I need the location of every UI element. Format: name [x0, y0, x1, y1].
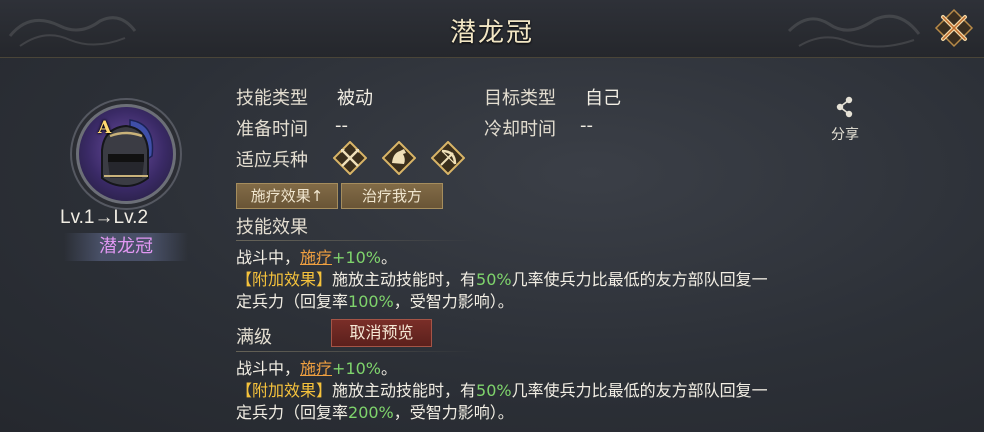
cavalry-horse-icon: [382, 141, 416, 175]
close-button[interactable]: [934, 8, 974, 48]
skill-type-label: 技能类型: [236, 88, 308, 109]
cooldown-value: --: [580, 115, 593, 136]
title-bar: 潜龙冠: [0, 0, 984, 58]
skill-effect-text: 战斗中，施疗+10%。 【附加效果】施放主动技能时，有50%几率使兵力比最低的友…: [236, 248, 768, 311]
bow-icon: [431, 141, 465, 175]
cancel-preview-button[interactable]: 取消预览: [331, 319, 432, 347]
level-upgrade-text: Lv.1→Lv.2: [60, 207, 149, 228]
target-type-label: 目标类型: [484, 88, 556, 109]
skill-effect-title: 技能效果: [236, 217, 308, 238]
share-icon: [836, 96, 853, 118]
close-icon: [934, 8, 974, 48]
equipment-name: 潜龙冠: [64, 233, 188, 261]
section-divider: [236, 351, 476, 352]
crossed-spears-icon: [333, 141, 367, 175]
cooldown-label: 冷却时间: [484, 119, 556, 140]
tag-heal-ally: 治疗我方: [341, 183, 443, 209]
share-label: 分享: [831, 127, 859, 143]
grade-badge: A: [98, 118, 112, 138]
bonus-effect-tag: 【附加效果】: [236, 381, 333, 400]
max-level-effect-text: 战斗中，施疗+10%。 【附加效果】施放主动技能时，有50%几率使兵力比最低的友…: [236, 359, 768, 422]
share-button[interactable]: 分享: [823, 96, 867, 143]
section-divider: [236, 240, 476, 241]
max-level-title: 满级: [236, 327, 272, 348]
prep-time-value: --: [335, 115, 348, 136]
bonus-effect-tag: 【附加效果】: [236, 270, 333, 289]
tag-heal-boost: 施疗效果↑: [236, 183, 338, 209]
equipment-avatar: A: [76, 104, 176, 204]
heal-keyword[interactable]: 施疗: [300, 248, 332, 267]
troop-type-label: 适应兵种: [236, 150, 308, 171]
target-type-value: 自己: [585, 88, 621, 109]
skill-type-value: 被动: [337, 88, 373, 109]
page-title: 潜龙冠: [449, 18, 534, 48]
heal-keyword[interactable]: 施疗: [300, 359, 332, 378]
prep-time-label: 准备时间: [236, 119, 308, 140]
